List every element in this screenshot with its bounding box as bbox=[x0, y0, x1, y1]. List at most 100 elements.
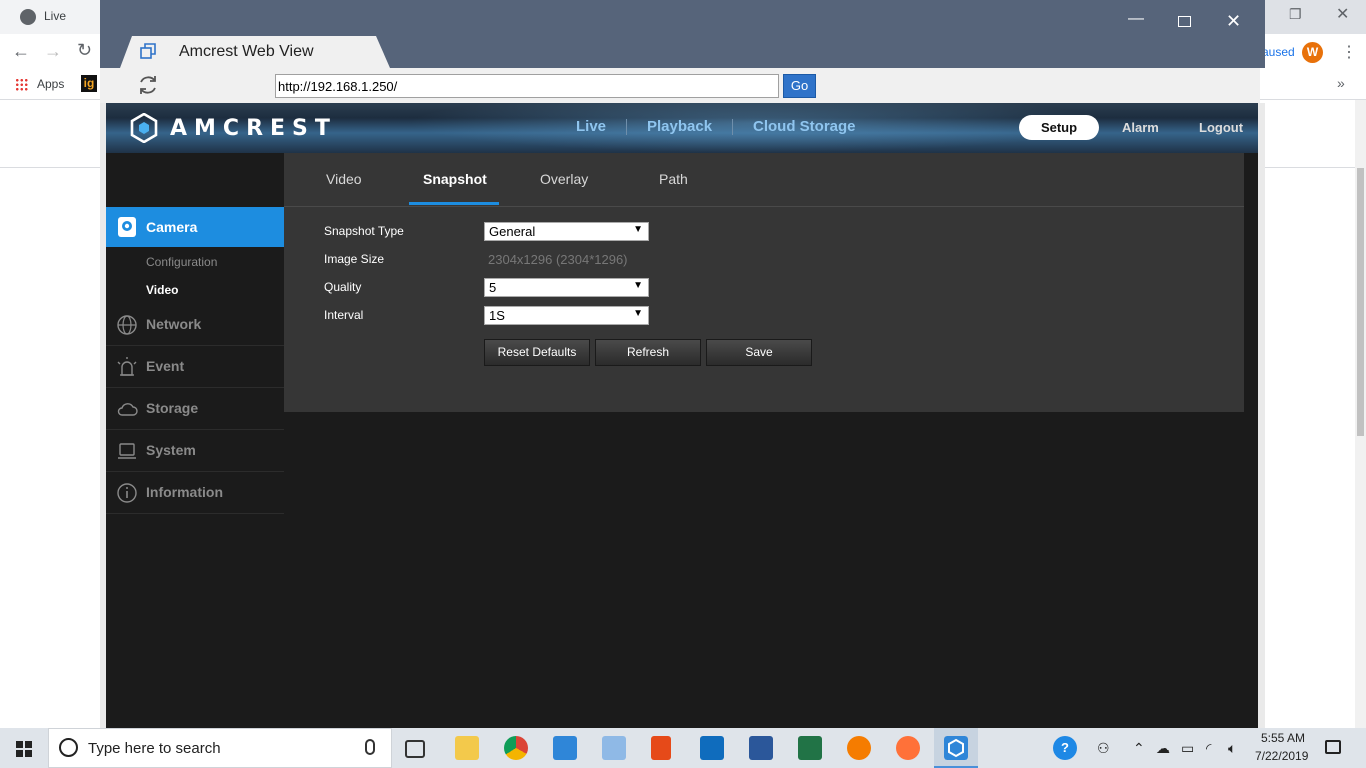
sidebar-item-camera[interactable]: Camera bbox=[106, 207, 293, 247]
cloud-icon bbox=[117, 403, 138, 416]
firefox-icon[interactable] bbox=[896, 736, 920, 760]
scrollbar-thumb[interactable] bbox=[1357, 168, 1364, 436]
sidebar-item-network[interactable]: Network bbox=[106, 304, 284, 346]
people-icon[interactable]: ⚇ bbox=[1097, 740, 1110, 757]
logout-link[interactable]: Logout bbox=[1199, 120, 1243, 135]
close-icon[interactable]: ✕ bbox=[1336, 4, 1349, 24]
sidebar-item-information[interactable]: Information bbox=[106, 472, 284, 514]
volume-icon[interactable]: 🔈︎ bbox=[1228, 740, 1236, 757]
image-size-label: Image Size bbox=[324, 252, 385, 266]
bookmark-apps[interactable]: Apps bbox=[37, 77, 64, 91]
nav-live[interactable]: Live bbox=[576, 118, 606, 135]
interval-select[interactable]: 1S ▼ bbox=[484, 306, 649, 325]
network-globe-icon bbox=[117, 315, 137, 335]
task-view-icon[interactable] bbox=[405, 740, 425, 758]
outlook-icon[interactable] bbox=[700, 736, 724, 760]
microphone-icon[interactable] bbox=[365, 739, 375, 755]
nav-separator bbox=[626, 119, 627, 135]
setup-button[interactable]: Setup bbox=[1019, 115, 1099, 140]
sidebar-subitem-configuration[interactable]: Configuration bbox=[146, 255, 217, 269]
chrome-icon[interactable] bbox=[504, 736, 528, 760]
tab-overlay[interactable]: Overlay bbox=[540, 171, 588, 187]
windows-start-icon[interactable] bbox=[16, 741, 32, 757]
background-browser-tab[interactable]: Live bbox=[0, 0, 100, 34]
avast-icon[interactable] bbox=[847, 736, 871, 760]
quality-value: 5 bbox=[489, 280, 497, 295]
camera-icon bbox=[118, 217, 136, 237]
go-button[interactable]: Go bbox=[783, 74, 816, 98]
office-icon[interactable] bbox=[651, 736, 671, 760]
minimize-icon[interactable]: — bbox=[1128, 10, 1144, 30]
nav-separator bbox=[732, 119, 733, 135]
clock-date[interactable]: 7/22/2019 bbox=[1255, 749, 1308, 763]
sidebar-item-label: Event bbox=[146, 358, 185, 374]
bookmark-ig-icon[interactable]: ig bbox=[81, 75, 97, 92]
sidebar-item-storage[interactable]: Storage bbox=[106, 388, 284, 430]
alarm-link[interactable]: Alarm bbox=[1122, 120, 1159, 135]
back-arrow-icon[interactable]: ← bbox=[12, 41, 30, 62]
forward-arrow-icon[interactable]: → bbox=[44, 41, 62, 62]
search-placeholder[interactable]: Type here to search bbox=[88, 740, 221, 757]
file-explorer-icon[interactable] bbox=[455, 736, 479, 760]
cortana-icon bbox=[59, 738, 78, 757]
sidebar-subitem-video[interactable]: Video bbox=[146, 283, 178, 297]
interval-label: Interval bbox=[324, 308, 364, 322]
amcrest-taskbar-icon[interactable] bbox=[944, 736, 968, 760]
sidebar-item-label: Information bbox=[146, 484, 223, 500]
sidebar-item-label: Storage bbox=[146, 400, 199, 416]
restore-window-icon[interactable]: ❐ bbox=[1289, 6, 1302, 23]
refresh-button[interactable]: Refresh bbox=[595, 339, 701, 366]
bookmarks-more-icon[interactable]: » bbox=[1337, 75, 1345, 91]
alarm-siren-icon bbox=[117, 357, 137, 376]
word-icon[interactable] bbox=[749, 736, 773, 760]
battery-icon[interactable]: ▭ bbox=[1181, 740, 1194, 757]
tab-path[interactable]: Path bbox=[659, 171, 688, 187]
refresh-icon[interactable] bbox=[136, 73, 160, 97]
reset-defaults-button[interactable]: Reset Defaults bbox=[484, 339, 590, 366]
settings-panel bbox=[284, 153, 1244, 412]
background-tab-title: Live bbox=[44, 9, 67, 23]
nav-cloud-storage[interactable]: Cloud Storage bbox=[753, 118, 856, 135]
laptop-icon bbox=[118, 443, 136, 459]
dropdown-arrow-icon: ▼ bbox=[633, 308, 643, 319]
tab-snapshot[interactable]: Snapshot bbox=[423, 171, 487, 187]
sidebar-item-label: Camera bbox=[146, 219, 198, 235]
tab-video[interactable]: Video bbox=[326, 171, 362, 187]
image-size-value: 2304x1296 (2304*1296) bbox=[488, 252, 628, 267]
clock-time[interactable]: 5:55 AM bbox=[1258, 731, 1308, 745]
app-tab-title: Amcrest Web View bbox=[179, 43, 314, 60]
app-header: AMCREST Live Playback Cloud Storage Setu… bbox=[106, 103, 1258, 153]
reload-icon[interactable]: ↻ bbox=[77, 40, 92, 61]
url-input[interactable] bbox=[275, 74, 779, 98]
close-icon[interactable]: ✕ bbox=[1226, 11, 1241, 32]
sidebar-item-label: Network bbox=[146, 316, 202, 332]
nav-playback[interactable]: Playback bbox=[647, 118, 712, 135]
apps-grid-icon[interactable] bbox=[15, 78, 28, 91]
save-button[interactable]: Save bbox=[706, 339, 812, 366]
window-frame bbox=[1258, 103, 1265, 728]
quality-select[interactable]: 5 ▼ bbox=[484, 278, 649, 297]
profile-status[interactable]: aused bbox=[1262, 45, 1295, 59]
excel-icon[interactable] bbox=[798, 736, 822, 760]
dropdown-arrow-icon: ▼ bbox=[633, 280, 643, 291]
snapshot-type-select[interactable]: General ▼ bbox=[484, 222, 649, 241]
onedrive-cloud-icon[interactable]: ☁ bbox=[1156, 740, 1170, 757]
sidebar-item-event[interactable]: Event bbox=[106, 346, 284, 388]
brand-logo: AMCREST bbox=[170, 116, 337, 141]
quality-label: Quality bbox=[324, 280, 362, 294]
tab-divider bbox=[284, 206, 1244, 207]
window-restore-icon bbox=[140, 43, 156, 59]
sidebar-item-label: System bbox=[146, 442, 196, 458]
help-icon[interactable]: ? bbox=[1053, 736, 1077, 760]
maximize-icon[interactable] bbox=[1178, 16, 1191, 27]
sidebar-item-system[interactable]: System bbox=[106, 430, 284, 472]
menu-icon[interactable]: ⋮ bbox=[1341, 42, 1357, 62]
photo-app-icon[interactable] bbox=[602, 736, 626, 760]
wifi-icon[interactable]: ◜ bbox=[1206, 740, 1211, 757]
notifications-icon[interactable] bbox=[1325, 740, 1341, 754]
avatar[interactable]: W bbox=[1302, 42, 1323, 63]
snapshot-type-label: Snapshot Type bbox=[324, 224, 404, 238]
control-panel-icon[interactable] bbox=[553, 736, 577, 760]
dropdown-arrow-icon: ▼ bbox=[633, 224, 643, 235]
chevron-up-icon[interactable]: ⌃ bbox=[1133, 740, 1145, 757]
